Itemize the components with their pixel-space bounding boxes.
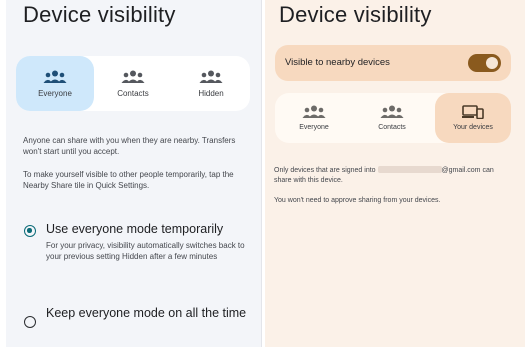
- radio-unselected[interactable]: [24, 316, 36, 328]
- tab-everyone[interactable]: Everyone: [277, 93, 351, 143]
- radio-selected[interactable]: [24, 225, 36, 237]
- tab-label: Contacts: [117, 88, 149, 98]
- option-everyone-temporarily[interactable]: Use everyone mode temporarily For your p…: [24, 222, 249, 262]
- left-settings-panel: Device visibility Everyone Contacts Hidd…: [6, 0, 262, 347]
- tab-label: Everyone: [38, 88, 72, 98]
- right-settings-panel: Device visibility Visible to nearby devi…: [265, 0, 525, 347]
- option-subtitle: For your privacy, visibility automatical…: [46, 241, 245, 261]
- page-title: Device visibility: [279, 2, 432, 27]
- approval-note: You won't need to approve sharing from y…: [274, 197, 441, 204]
- contacts-icon: [380, 105, 404, 119]
- info-prefix: Only devices that are signed into: [274, 167, 376, 174]
- signed-in-info: Only devices that are signed into @gmail…: [274, 166, 514, 186]
- tab-label: Contacts: [378, 124, 406, 131]
- tab-label: Hidden: [198, 88, 224, 98]
- tab-label: Everyone: [299, 124, 329, 131]
- tab-your-devices[interactable]: Your devices: [435, 93, 511, 143]
- redacted-email: [377, 166, 442, 173]
- option-everyone-always[interactable]: Keep everyone mode on all the time: [24, 306, 249, 328]
- tab-everyone[interactable]: Everyone: [16, 56, 94, 111]
- visibility-toggle-row[interactable]: Visible to nearby devices: [275, 45, 511, 81]
- people-icon: [43, 70, 67, 84]
- people-icon: [199, 70, 223, 84]
- tab-contacts[interactable]: Contacts: [94, 56, 172, 111]
- contacts-icon: [121, 70, 145, 84]
- people-icon: [302, 105, 326, 119]
- quick-settings-tip: To make yourself visible to other people…: [23, 170, 234, 190]
- tab-label: Your devices: [453, 124, 493, 131]
- tab-hidden[interactable]: Hidden: [172, 56, 250, 111]
- option-title: Keep everyone mode on all the time: [46, 306, 247, 320]
- option-title: Use everyone mode temporarily: [46, 222, 224, 236]
- toggle-label: Visible to nearby devices: [285, 57, 390, 68]
- info-line2: share with this device.: [274, 177, 343, 184]
- page-title: Device visibility: [23, 2, 176, 27]
- info-email-suffix: @gmail.com can: [441, 167, 494, 174]
- visibility-tabs: Everyone Contacts: [16, 56, 250, 111]
- tab-contacts[interactable]: Contacts: [355, 93, 429, 143]
- visibility-tabs: Everyone Contacts: [275, 93, 511, 143]
- visibility-switch[interactable]: [468, 54, 501, 72]
- visibility-description: Anyone can share with you when they are …: [23, 136, 236, 156]
- devices-icon: [462, 105, 484, 119]
